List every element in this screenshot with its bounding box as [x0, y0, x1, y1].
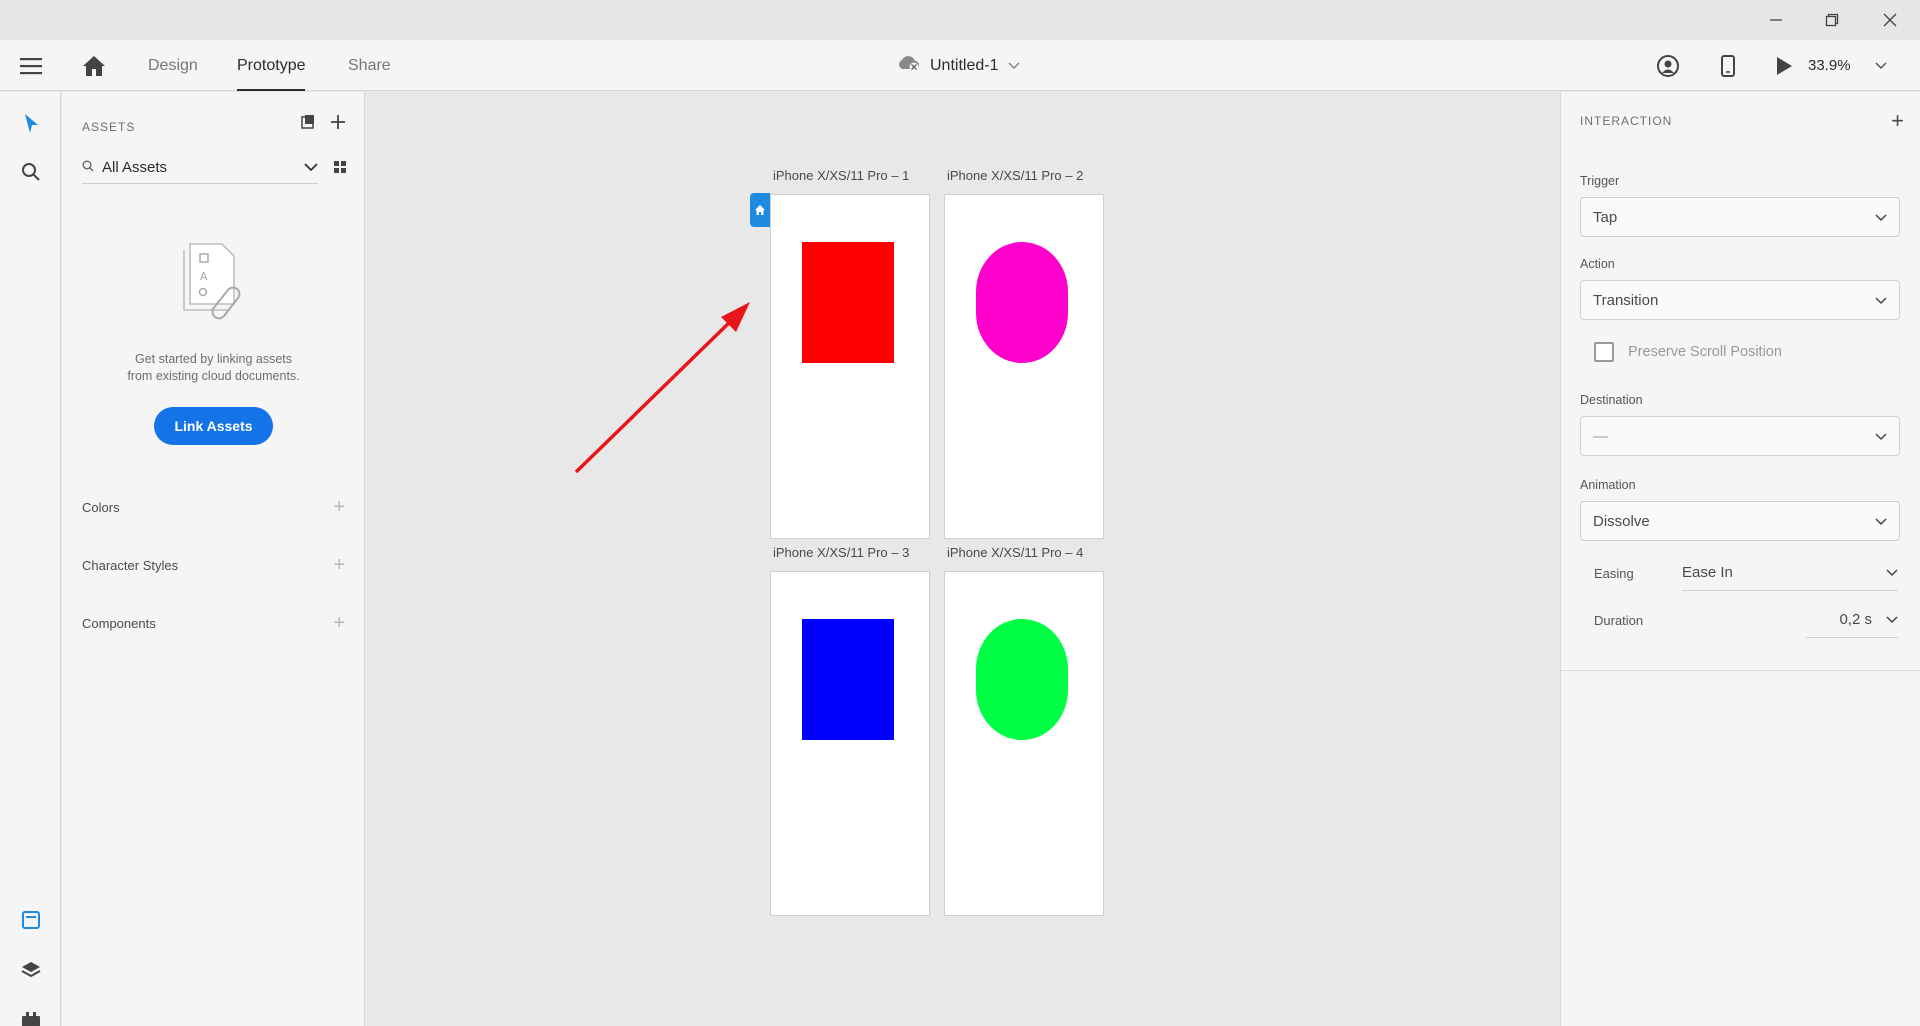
app-top-bar: Design Prototype Share Untitled-1 33.9% [0, 40, 1920, 91]
mobile-preview-icon[interactable] [1714, 52, 1742, 80]
easing-dropdown[interactable]: Ease In [1682, 555, 1898, 591]
magenta-ellipse[interactable] [976, 242, 1068, 363]
tab-design[interactable]: Design [148, 40, 198, 91]
tool-rail [0, 92, 61, 1026]
assets-panel-icon[interactable] [0, 900, 61, 940]
link-assets-button[interactable]: Link Assets [154, 407, 273, 445]
search-icon [82, 159, 94, 177]
search-icon[interactable] [0, 152, 61, 192]
empty-message-line-2: from existing cloud documents. [127, 369, 300, 383]
asset-filter-dropdown[interactable]: All Assets [82, 152, 318, 184]
artboard-label-2[interactable]: iPhone X/XS/11 Pro – 2 [947, 168, 1083, 183]
linked-documents-illustration-icon: A [176, 243, 252, 330]
chevron-down-icon [1875, 428, 1887, 445]
minimize-icon[interactable] [1748, 0, 1804, 40]
character-styles-section[interactable]: Character Styles + [82, 553, 345, 577]
animation-label: Animation [1580, 478, 1636, 492]
assets-empty-state: A Get started by linking assets from exi… [62, 240, 365, 445]
zoom-level: 33.9% [1808, 57, 1851, 74]
add-color-icon[interactable]: + [333, 496, 345, 519]
artboard-label-3[interactable]: iPhone X/XS/11 Pro – 3 [773, 545, 909, 560]
add-character-style-icon[interactable]: + [333, 554, 345, 577]
components-section[interactable]: Components + [82, 611, 345, 635]
artboard-4[interactable] [944, 571, 1104, 916]
plugins-icon[interactable] [0, 1000, 61, 1026]
grid-view-icon[interactable] [334, 160, 346, 178]
annotation-arrow [574, 302, 750, 474]
empty-message-line-1: Get started by linking assets [134, 352, 293, 366]
easing-label: Easing [1594, 565, 1634, 581]
animation-dropdown[interactable]: Dissolve [1580, 501, 1900, 541]
select-tool-icon[interactable] [0, 104, 61, 144]
green-ellipse[interactable] [976, 619, 1068, 740]
artboard-label-4[interactable]: iPhone X/XS/11 Pro – 4 [947, 545, 1083, 560]
chevron-down-icon [1886, 611, 1898, 628]
trigger-dropdown[interactable]: Tap [1580, 197, 1900, 237]
hamburger-menu-icon[interactable] [18, 53, 44, 79]
restore-icon[interactable] [1804, 0, 1860, 40]
svg-text:A: A [200, 270, 208, 283]
assets-panel: ASSETS All Assets A Get started by linki… [62, 92, 365, 1026]
close-icon[interactable] [1862, 0, 1918, 40]
colors-section-label: Colors [82, 499, 120, 515]
red-rectangle[interactable] [802, 242, 894, 363]
action-value: Transition [1593, 291, 1659, 309]
chevron-down-icon [1875, 513, 1887, 530]
preserve-scroll-checkbox[interactable] [1594, 342, 1614, 362]
layers-icon[interactable] [0, 950, 61, 990]
destination-dropdown[interactable]: — [1580, 416, 1900, 456]
trigger-value: Tap [1593, 208, 1618, 226]
chevron-down-icon [1875, 57, 1887, 74]
action-dropdown[interactable]: Transition [1580, 280, 1900, 320]
interaction-header: INTERACTION [1580, 114, 1673, 128]
add-component-icon[interactable]: + [333, 612, 345, 635]
chevron-down-icon [1875, 292, 1887, 309]
artboard-3[interactable] [770, 571, 930, 916]
home-icon[interactable] [80, 52, 108, 80]
chevron-down-icon [1008, 57, 1021, 75]
design-canvas[interactable]: iPhone X/XS/11 Pro – 1 iPhone X/XS/11 Pr… [366, 92, 1559, 1026]
tab-prototype[interactable]: Prototype [237, 40, 306, 91]
colors-section[interactable]: Colors + [82, 495, 345, 519]
window-title-bar [0, 0, 1920, 40]
play-preview-icon[interactable] [1770, 52, 1798, 80]
invite-user-icon[interactable] [1654, 52, 1682, 80]
artboard-label-1[interactable]: iPhone X/XS/11 Pro – 1 [773, 168, 909, 183]
open-library-icon[interactable] [300, 114, 316, 135]
duration-value: 0,2 s [1839, 611, 1872, 628]
home-icon [755, 205, 765, 215]
character-styles-section-label: Character Styles [82, 557, 179, 573]
destination-label: Destination [1580, 393, 1643, 407]
interaction-panel: INTERACTION + Trigger Tap Action Transit… [1560, 92, 1920, 1026]
zoom-level-dropdown[interactable]: 33.9% [1808, 40, 1887, 91]
action-label: Action [1580, 257, 1615, 271]
document-title-dropdown[interactable]: Untitled-1 [896, 40, 1021, 91]
chevron-down-icon [1875, 209, 1887, 226]
asset-filter-value: All Assets [102, 159, 168, 176]
duration-label: Duration [1594, 612, 1644, 628]
blue-rectangle[interactable] [802, 619, 894, 740]
duration-dropdown[interactable]: 0,2 s [1806, 602, 1898, 638]
preserve-scroll-label: Preserve Scroll Position [1628, 344, 1782, 360]
animation-value: Dissolve [1593, 512, 1650, 530]
artboard-2[interactable] [944, 194, 1104, 539]
document-title: Untitled-1 [930, 56, 999, 74]
easing-value: Ease In [1682, 564, 1733, 581]
trigger-label: Trigger [1580, 174, 1620, 188]
cloud-sync-icon [896, 54, 920, 77]
components-section-label: Components [82, 615, 156, 631]
assets-header: ASSETS [82, 120, 136, 134]
destination-value: — [1593, 427, 1608, 445]
artboard-1[interactable] [770, 194, 930, 539]
panel-divider [1561, 670, 1920, 671]
tab-share[interactable]: Share [348, 40, 391, 91]
chevron-down-icon [304, 159, 318, 177]
add-asset-icon[interactable] [330, 114, 346, 135]
preserve-scroll-row[interactable]: Preserve Scroll Position [1594, 342, 1782, 362]
chevron-down-icon [1886, 564, 1898, 581]
add-interaction-icon[interactable]: + [1891, 108, 1904, 134]
